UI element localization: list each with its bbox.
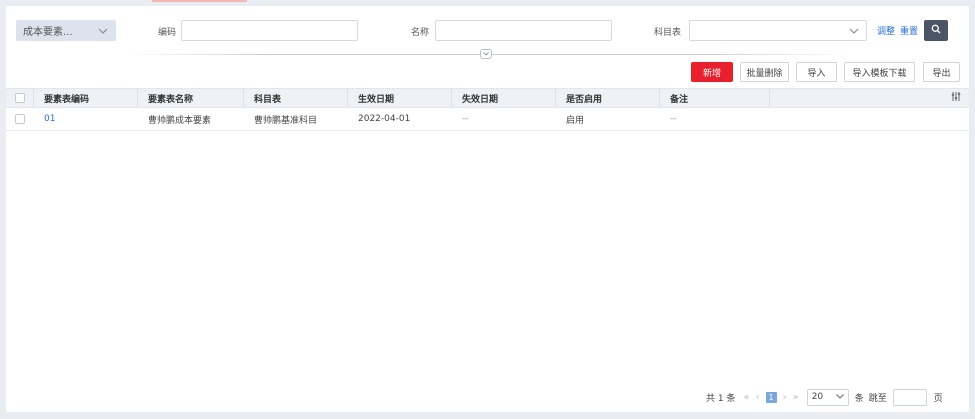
pagination-total: 共 1 条 — [706, 393, 736, 404]
row-end-date: -- — [462, 114, 469, 124]
select-all-checkbox[interactable] — [14, 93, 25, 103]
category-select[interactable]: 成本要素... — [16, 20, 116, 41]
code-label: 编码 — [158, 28, 177, 38]
column-header[interactable]: 要素表名称 — [138, 89, 244, 107]
row-subject: 曹帅鹏基准科目 — [254, 115, 318, 126]
first-page-icon[interactable]: « — [743, 392, 749, 403]
add-button[interactable]: 新增 — [691, 62, 733, 82]
main-panel: 成本要素... 编码 名称 科目表 调整 重置 新增 批量删除 导入 导入模板下… — [6, 6, 969, 412]
column-header[interactable]: 要素表编码 — [34, 89, 138, 107]
collapse-toggle[interactable] — [480, 49, 492, 59]
filter-divider — [6, 49, 969, 59]
search-icon — [931, 24, 941, 37]
name-input[interactable] — [435, 20, 612, 41]
row-checkbox[interactable] — [15, 114, 25, 124]
chevron-down-icon — [848, 25, 860, 37]
table-row[interactable]: 01 曹帅鹏成本要素 曹帅鹏基准科目 2022-04-01 -- 启用 -- — [6, 108, 969, 131]
column-settings-cell — [770, 89, 969, 107]
column-header[interactable]: 生效日期 — [348, 89, 452, 107]
import-button[interactable]: 导入 — [796, 62, 837, 82]
row-remark: -- — [670, 114, 677, 124]
column-header[interactable]: 失效日期 — [452, 89, 556, 107]
column-header[interactable]: 备注 — [660, 89, 770, 107]
reset-link[interactable]: 重置 — [900, 24, 918, 37]
adjust-link[interactable]: 调整 — [877, 24, 895, 37]
batch-delete-button[interactable]: 批量删除 — [740, 62, 789, 82]
code-input[interactable] — [181, 20, 358, 41]
subject-select[interactable] — [689, 20, 867, 41]
per-page-unit: 条 — [854, 393, 864, 404]
chevron-down-icon — [97, 25, 109, 37]
filter-bar: 成本要素... 编码 名称 科目表 调整 重置 — [6, 6, 969, 52]
jump-page-input[interactable] — [892, 388, 927, 406]
import-template-button[interactable]: 导入模板下载 — [844, 62, 915, 82]
pagination: 共 1 条 « ‹ 1 › » 20 条 跳至 页 — [706, 387, 943, 407]
page-unit: 页 — [933, 393, 943, 404]
last-page-icon[interactable]: » — [793, 392, 799, 403]
column-header[interactable]: 是否启用 — [556, 89, 660, 107]
search-button[interactable] — [924, 20, 948, 41]
column-settings-icon[interactable] — [951, 92, 961, 104]
category-select-value: 成本要素... — [23, 27, 73, 38]
row-start-date: 2022-04-01 — [358, 114, 411, 124]
header-checkbox-cell — [6, 89, 34, 107]
column-header[interactable]: 科目表 — [244, 89, 348, 107]
subject-label: 科目表 — [654, 28, 682, 38]
chevron-down-icon — [835, 392, 844, 402]
elements-table: 要素表编码 要素表名称 科目表 生效日期 失效日期 是否启用 备注 01 曹帅鹏… — [6, 88, 969, 131]
top-accent-bar — [152, 0, 247, 2]
current-page[interactable]: 1 — [765, 391, 777, 403]
row-enabled: 启用 — [566, 115, 585, 126]
row-code-cell: 01 — [34, 108, 55, 130]
name-label: 名称 — [411, 28, 430, 38]
next-page-icon[interactable]: › — [783, 392, 787, 403]
export-button[interactable]: 导出 — [923, 62, 960, 82]
row-code-link[interactable]: 01 — [44, 114, 55, 124]
chevron-down-icon — [483, 49, 489, 59]
jump-label: 跳至 — [868, 393, 887, 404]
row-checkbox-cell — [6, 108, 34, 130]
page-size-value: 20 — [811, 392, 824, 402]
prev-page-icon[interactable]: ‹ — [756, 392, 760, 403]
table-header: 要素表编码 要素表名称 科目表 生效日期 失效日期 是否启用 备注 — [6, 88, 969, 108]
row-name: 曹帅鹏成本要素 — [148, 115, 212, 126]
page-size-select[interactable]: 20 — [806, 388, 849, 406]
